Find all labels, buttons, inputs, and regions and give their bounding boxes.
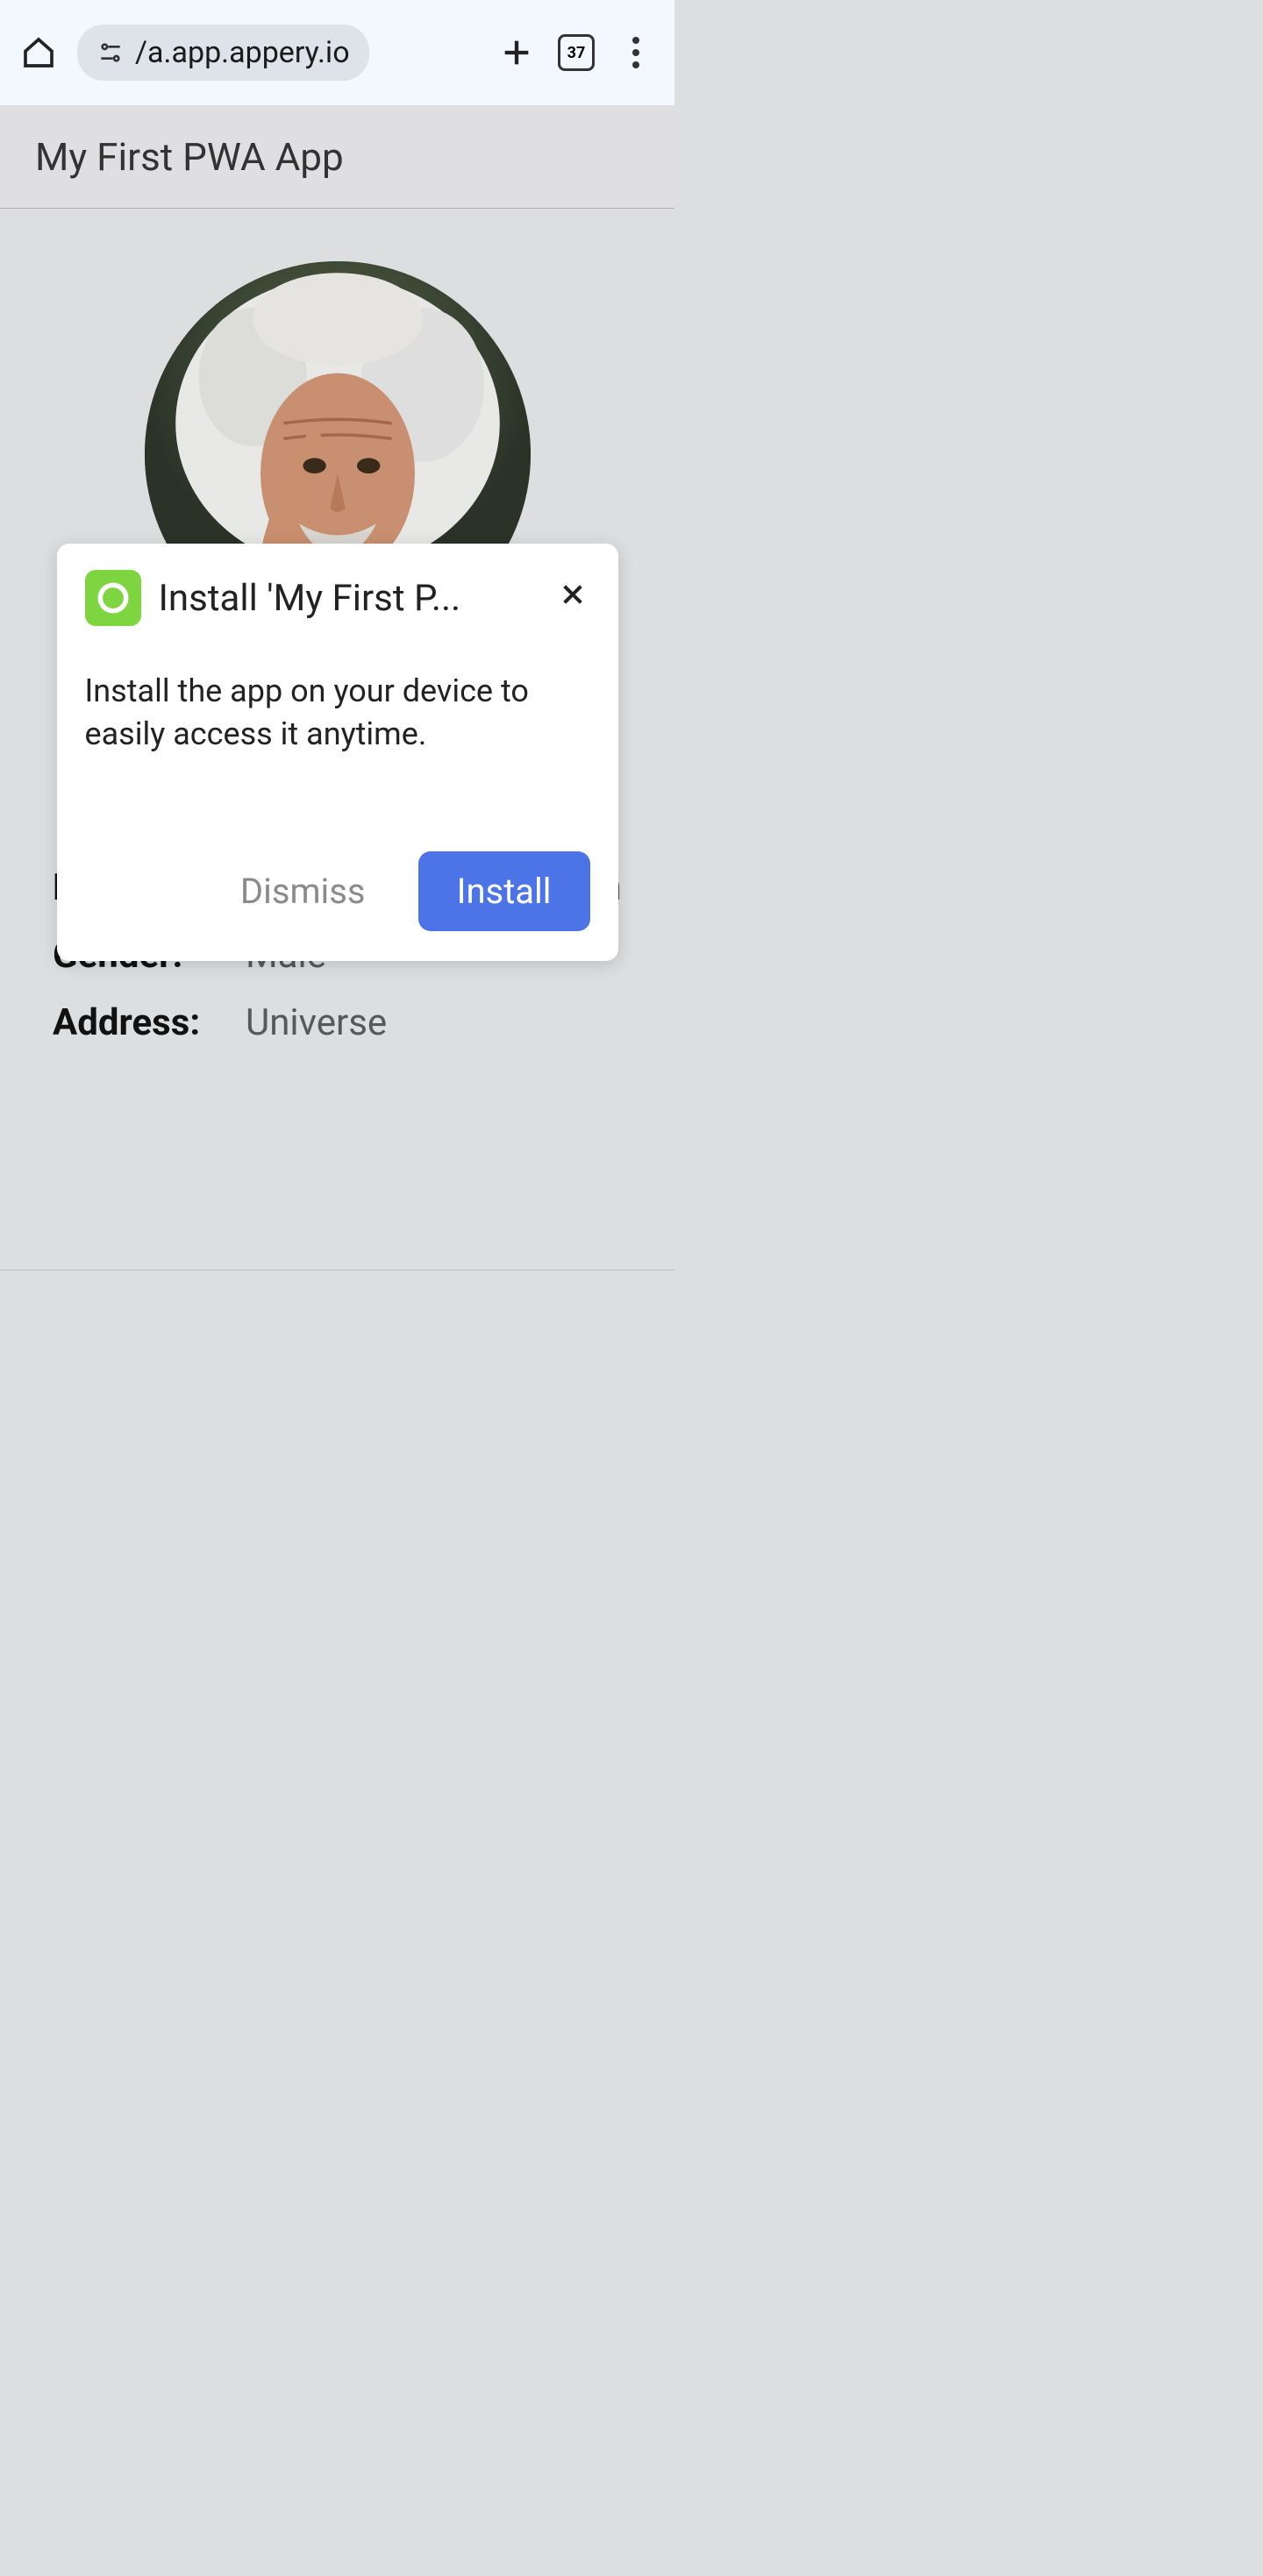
- install-prompt-overlay: Install 'My First P... Install the app o…: [0, 0, 674, 1376]
- dialog-body: Install the app on your device to easily…: [85, 670, 590, 755]
- app-icon: [85, 570, 141, 626]
- close-icon: [559, 580, 587, 608]
- install-prompt-dialog: Install 'My First P... Install the app o…: [57, 544, 618, 961]
- dialog-actions: Dismiss Install: [85, 851, 590, 931]
- dialog-header: Install 'My First P...: [85, 570, 590, 626]
- close-button[interactable]: [555, 579, 590, 617]
- dialog-title: Install 'My First P...: [159, 577, 538, 620]
- appery-logo-icon: [94, 579, 132, 617]
- dismiss-button[interactable]: Dismiss: [240, 871, 366, 912]
- install-button[interactable]: Install: [418, 851, 590, 931]
